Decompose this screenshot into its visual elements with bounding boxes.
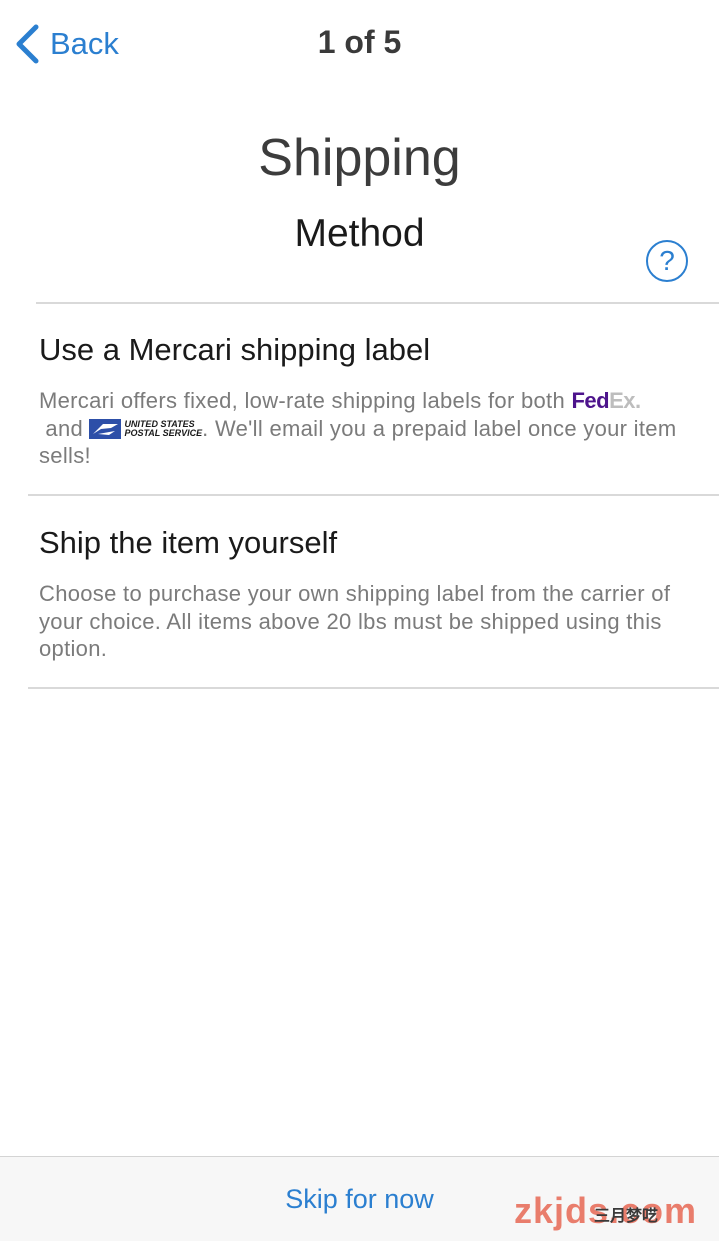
watermark: zkjds.com 三月梦呓 — [514, 1190, 697, 1232]
option-title: Ship the item yourself — [39, 525, 338, 560]
option-title: Use a Mercari shipping label — [39, 332, 431, 367]
option-mercari-label[interactable]: Use a Mercari shipping label Mercari off… — [0, 303, 719, 494]
eagle-icon — [89, 418, 122, 439]
help-symbol: ? — [659, 245, 675, 276]
divider — [28, 687, 719, 689]
and-text: and — [39, 415, 90, 441]
description-text: Mercari offers fixed, low-rate shipping … — [39, 388, 566, 413]
fedex-logo: FedEx. — [571, 388, 641, 413]
page-title: Shipping — [258, 129, 461, 187]
page-subtitle: Method — [294, 212, 425, 255]
option-ship-yourself[interactable]: Ship the item yourself Choose to purchas… — [0, 495, 719, 687]
shipping-method-screen: Back 1 of 5 Shipping Method ? Use a Merc… — [0, 0, 719, 1241]
option-description: Mercari offers fixed, low-rate shipping … — [39, 387, 679, 470]
help-icon[interactable]: ? — [646, 240, 688, 282]
step-indicator: 1 of 5 — [317, 24, 402, 60]
usps-logo: UNITED STATES POSTAL SERVICE — [89, 418, 202, 440]
option-description: Choose to purchase your own shipping lab… — [39, 581, 671, 661]
watermark-sub: 三月梦呓 — [594, 1208, 659, 1225]
